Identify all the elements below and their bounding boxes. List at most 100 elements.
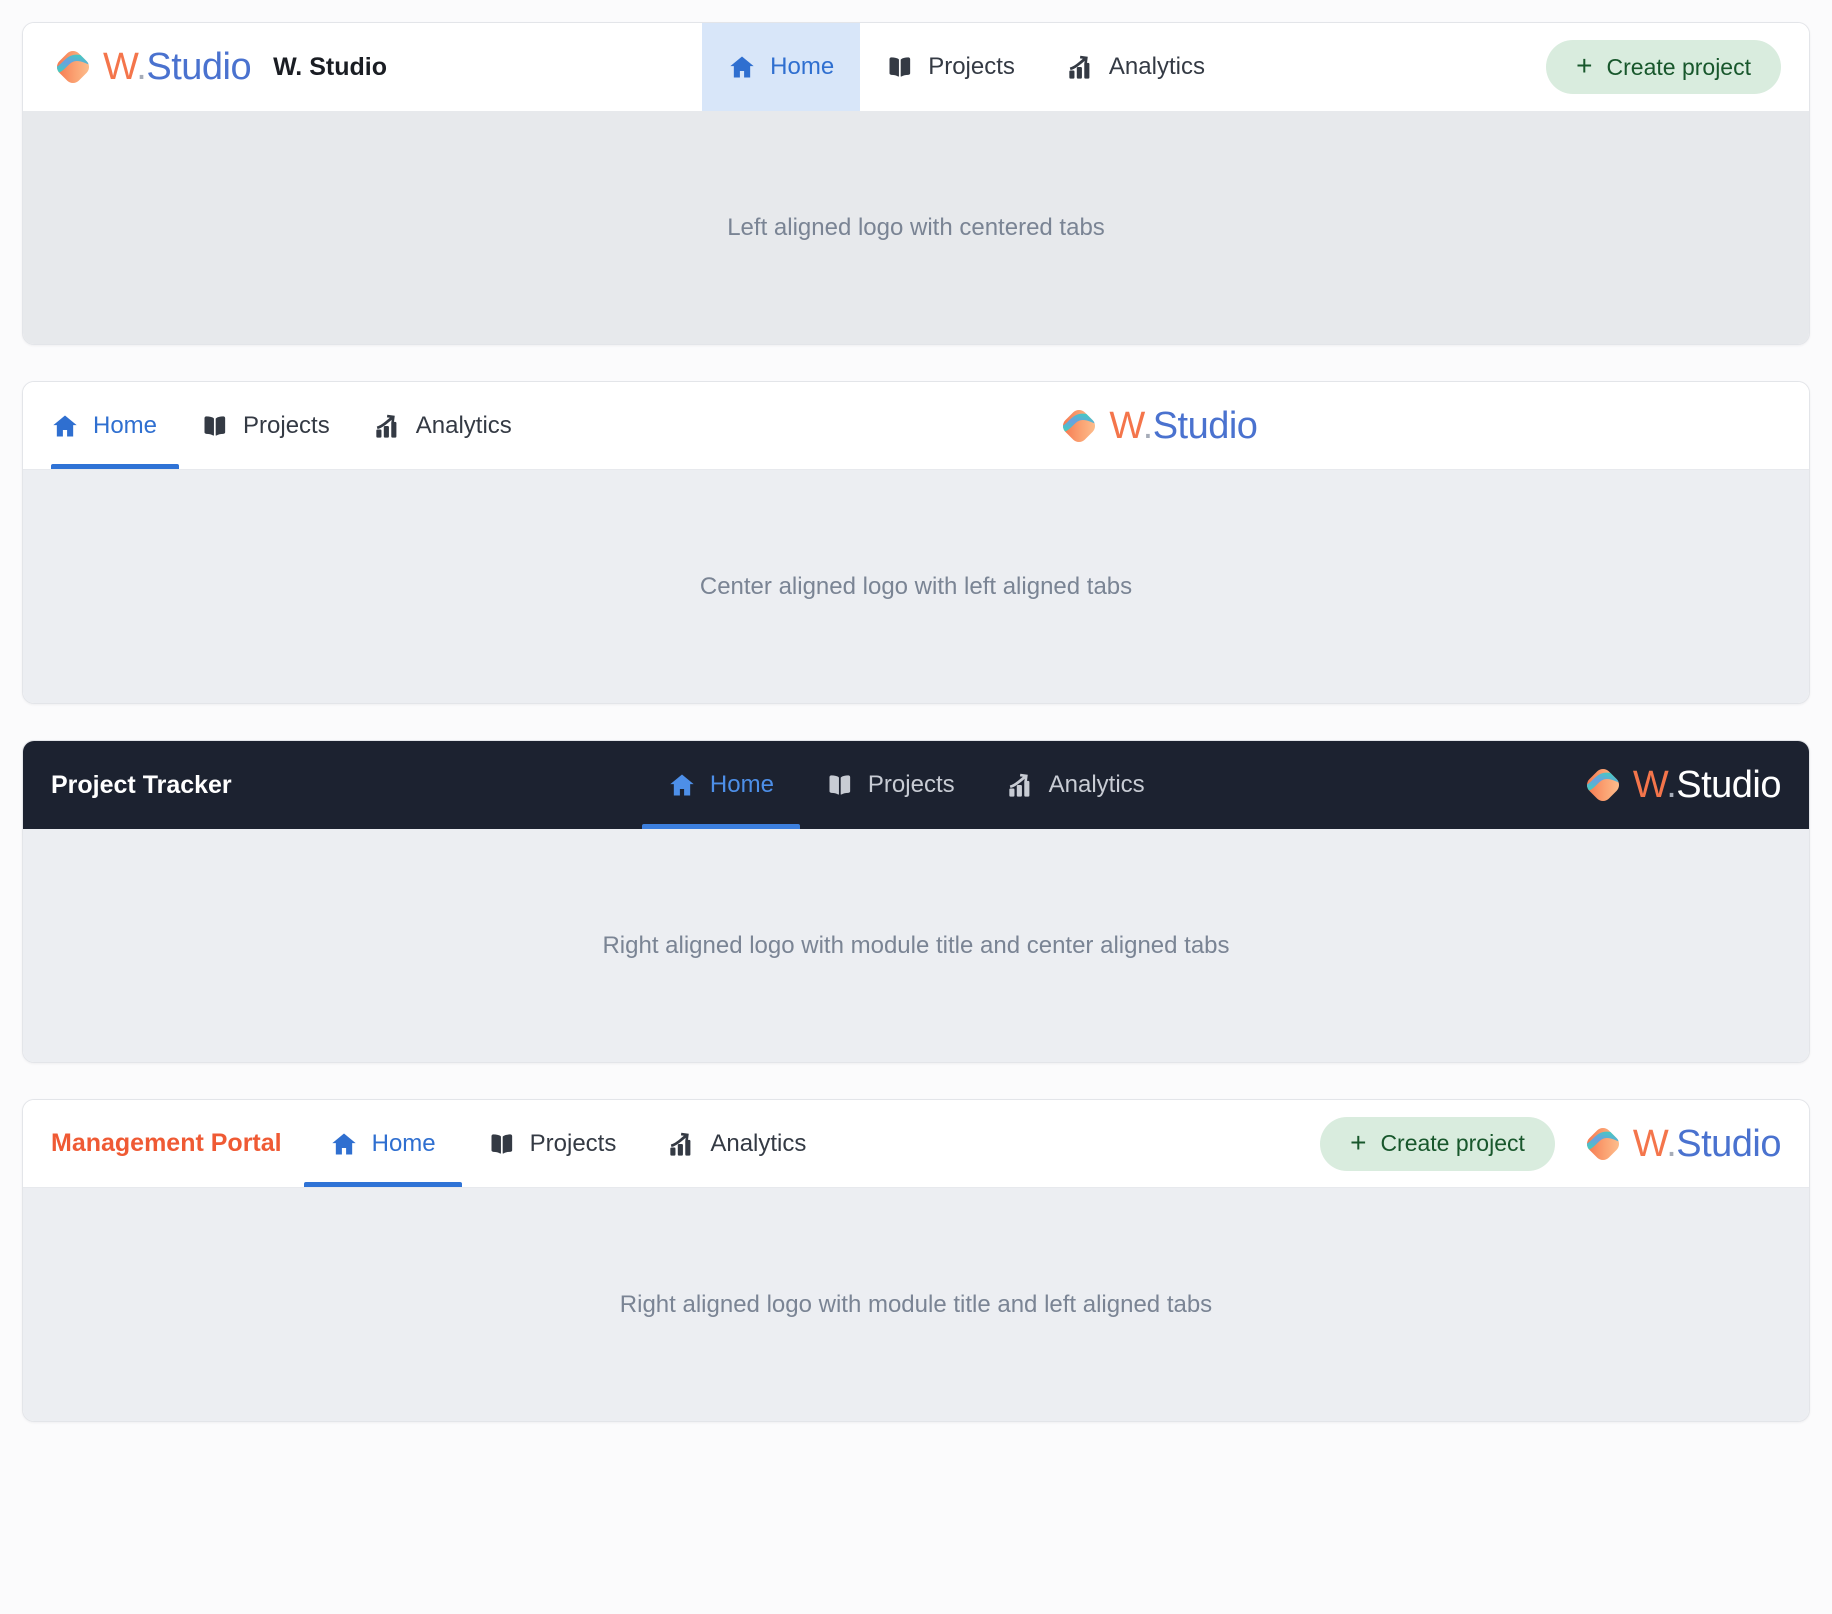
tab-home[interactable]: Home	[702, 23, 861, 111]
home-icon	[670, 774, 694, 796]
wstudio-logo-mark-icon	[1583, 1127, 1623, 1160]
primary-tabs: Home Projects Analytics	[702, 23, 1231, 111]
tab-analytics-label: Analytics	[1108, 53, 1205, 80]
navbar-left-group: Management Portal Home Projects Analytic…	[23, 1100, 832, 1187]
create-project-button[interactable]: + Create project	[1320, 1116, 1555, 1171]
navbar: Project Tracker Home Projects Analytics …	[23, 741, 1809, 829]
navbar-center-group: W.Studio	[534, 382, 1781, 469]
tab-home[interactable]: Home	[51, 382, 180, 469]
chart-trend-icon	[1008, 773, 1030, 797]
navbar-variants-page: W.Studio W. Studio Home Projects Analyti…	[0, 0, 1832, 1614]
tab-projects[interactable]: Projects	[179, 382, 352, 469]
create-project-label: Create project	[1380, 1130, 1525, 1156]
tab-home-label: Home	[371, 1129, 436, 1157]
logo-letter-w: W	[1632, 764, 1667, 806]
navbar: Home Projects Analytics W.Studio	[23, 382, 1809, 470]
tab-analytics[interactable]: Analytics	[352, 382, 534, 469]
book-icon	[491, 1133, 512, 1154]
tab-projects-label: Projects	[867, 771, 955, 798]
chart-trend-icon	[1069, 55, 1090, 79]
tab-projects[interactable]: Projects	[462, 1100, 643, 1187]
navbar-right-group	[1781, 382, 1809, 469]
logo-dot: .	[136, 46, 147, 88]
brand-logo[interactable]: W.Studio	[1581, 763, 1781, 807]
logo-word-studio: Studio	[1152, 404, 1258, 447]
book-icon	[204, 415, 226, 436]
brand-logo[interactable]: W.Studio	[51, 45, 252, 89]
variant-caption: Right aligned logo with module title and…	[602, 931, 1230, 959]
module-title: Management Portal	[51, 1129, 282, 1157]
navbar-center-group: Home Projects Analytics	[232, 741, 1581, 829]
preview-body: Right aligned logo with module title and…	[23, 829, 1809, 1062]
preview-body: Center aligned logo with left aligned ta…	[23, 470, 1809, 703]
logo-dot: .	[1666, 764, 1677, 806]
logo-word-studio: Studio	[1676, 1122, 1781, 1165]
primary-tabs: Home Projects Analytics	[641, 741, 1171, 829]
variant-caption: Right aligned logo with module title and…	[619, 1290, 1213, 1318]
tab-home-label: Home	[770, 53, 835, 80]
navbar-variant-right-logo-module-title-left-tabs: Management Portal Home Projects Analytic…	[22, 1099, 1810, 1422]
book-icon	[829, 775, 851, 795]
home-icon	[331, 1133, 356, 1154]
home-icon	[730, 56, 754, 78]
navbar-left-group: W.Studio W. Studio	[23, 23, 387, 111]
navbar-variant-center-logo-left-tabs: Home Projects Analytics W.Studio Center …	[22, 381, 1810, 704]
brand-logo[interactable]: W.Studio	[1581, 1122, 1781, 1166]
chart-trend-icon	[376, 414, 397, 438]
wstudio-logo-mark-icon	[53, 50, 93, 84]
tab-home-label: Home	[709, 771, 774, 798]
logo-letter-w: W	[1632, 1122, 1667, 1165]
tab-projects-label: Projects	[529, 1129, 617, 1157]
module-title: Project Tracker	[51, 770, 232, 799]
tab-projects-label: Projects	[243, 411, 330, 439]
logo-letter-w: W	[103, 46, 137, 88]
logo-wordmark: W.Studio	[1632, 764, 1782, 806]
chart-trend-icon	[670, 1132, 691, 1156]
create-project-label: Create project	[1606, 53, 1751, 80]
navbar-variant-right-logo-module-title-center-tabs: Project Tracker Home Projects Analytics …	[22, 740, 1810, 1063]
primary-tabs: Home Projects Analytics	[51, 382, 534, 469]
tab-projects[interactable]: Projects	[800, 741, 981, 829]
wstudio-logo-mark-icon	[1059, 409, 1099, 442]
wstudio-logo-mark-icon	[1583, 768, 1623, 802]
logo-word-studio: Studio	[146, 46, 252, 88]
home-icon	[53, 415, 77, 436]
logo-wordmark: W.Studio	[1632, 1122, 1782, 1165]
tab-analytics-label: Analytics	[710, 1129, 807, 1157]
preview-body: Right aligned logo with module title and…	[23, 1188, 1809, 1421]
plus-icon: +	[1350, 1126, 1367, 1158]
tab-home[interactable]: Home	[641, 741, 800, 829]
navbar-variant-left-logo-centered-tabs: W.Studio W. Studio Home Projects Analyti…	[22, 22, 1810, 345]
brand-logo[interactable]: W.Studio	[1057, 404, 1258, 448]
navbar-center-group: Home Projects Analytics	[387, 23, 1546, 111]
tab-analytics[interactable]: Analytics	[981, 741, 1171, 829]
logo-dot: .	[1142, 404, 1154, 447]
logo-wordmark: W.Studio	[1109, 404, 1258, 447]
create-project-button[interactable]: + Create project	[1546, 40, 1781, 94]
logo-dot: .	[1666, 1122, 1677, 1165]
logo-word-studio: Studio	[1676, 764, 1781, 806]
preview-body: Left aligned logo with centered tabs	[23, 111, 1809, 344]
tab-analytics-label: Analytics	[1048, 771, 1145, 798]
logo-wordmark: W.Studio	[103, 46, 252, 88]
tab-analytics-label: Analytics	[415, 411, 512, 439]
tab-analytics[interactable]: Analytics	[642, 1100, 832, 1187]
tab-projects[interactable]: Projects	[860, 23, 1041, 111]
plus-icon: +	[1576, 50, 1593, 81]
variant-caption: Left aligned logo with centered tabs	[727, 213, 1105, 241]
tab-analytics[interactable]: Analytics	[1041, 23, 1231, 111]
navbar: Management Portal Home Projects Analytic…	[23, 1100, 1809, 1188]
navbar-left-group: Home Projects Analytics	[23, 382, 534, 469]
tab-home[interactable]: Home	[303, 1100, 462, 1187]
navbar-right-group: + Create project	[1320, 1100, 1809, 1187]
variant-caption: Center aligned logo with left aligned ta…	[699, 572, 1133, 600]
navbar-spacer	[832, 1100, 1320, 1187]
tab-home-label: Home	[93, 411, 158, 439]
navbar-right-group: W.Studio	[1581, 741, 1809, 829]
tab-projects-label: Projects	[928, 53, 1015, 80]
navbar-left-group: Project Tracker	[23, 741, 232, 829]
primary-tabs: Home Projects Analytics	[303, 1100, 833, 1187]
navbar: W.Studio W. Studio Home Projects Analyti…	[23, 23, 1809, 111]
book-icon	[889, 57, 911, 77]
navbar-right-group: + Create project	[1546, 23, 1809, 111]
